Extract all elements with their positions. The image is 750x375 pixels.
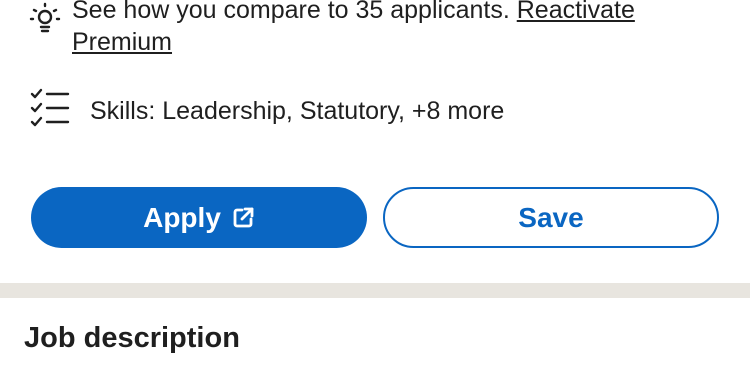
checklist-icon [28,86,90,135]
applicant-insight-row: See how you compare to 35 applicants. Re… [28,0,740,58]
lightbulb-icon [28,0,72,58]
save-label: Save [518,201,584,233]
job-description-heading: Job description [24,322,240,354]
skills-row: Skills: Leadership, Statutory, +8 more [28,86,740,135]
applicant-insight-text: See how you compare to 35 applicants. Re… [72,0,635,58]
external-link-icon [231,206,255,230]
applicant-count-text: See how you compare to 35 applicants. [72,0,510,24]
save-button[interactable]: Save [383,187,719,248]
skills-text: Skills: Leadership, Statutory, +8 more [90,96,505,125]
section-divider [0,283,750,298]
apply-button[interactable]: Apply [31,187,367,248]
apply-label: Apply [143,201,221,233]
